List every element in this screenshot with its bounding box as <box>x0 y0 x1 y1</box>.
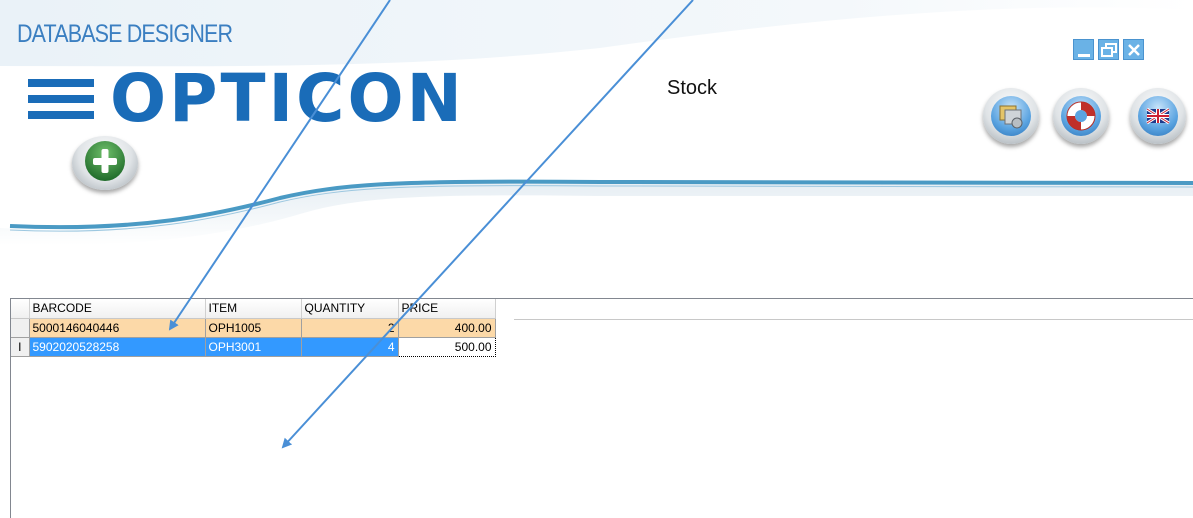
help-button[interactable] <box>1053 88 1109 144</box>
add-plus-icon <box>85 141 125 181</box>
stock-table: BARCODE ITEM QUANTITY PRICE 500014604044… <box>11 299 496 357</box>
minimize-icon <box>1078 54 1090 57</box>
database-settings-icon <box>999 105 1023 129</box>
screen-title: Stock <box>667 77 718 99</box>
minimize-button[interactable] <box>1073 39 1094 60</box>
restore-icon <box>1101 43 1117 57</box>
language-button[interactable] <box>1130 88 1186 144</box>
table-row[interactable]: 5000146040446 OPH1005 2 400.00 <box>11 318 496 338</box>
close-icon <box>1128 44 1140 56</box>
add-record-button[interactable] <box>72 136 138 190</box>
opticon-logo: OPTICON <box>28 64 465 134</box>
row-indicator[interactable]: I <box>11 337 30 357</box>
barcode-cell[interactable]: 5000146040446 <box>29 318 206 338</box>
barcode-cell[interactable]: 5902020528258 <box>29 337 206 357</box>
column-header-item[interactable]: ITEM <box>205 299 302 319</box>
logo-text: OPTICON <box>110 60 465 137</box>
item-cell[interactable]: OPH1005 <box>205 318 302 338</box>
quantity-cell[interactable]: 2 <box>301 318 399 338</box>
row-indicator[interactable] <box>11 318 30 338</box>
item-cell[interactable]: OPH3001 <box>205 337 302 357</box>
stock-grid[interactable]: BARCODE ITEM QUANTITY PRICE 500014604044… <box>10 298 1193 518</box>
app-header: DATABASE DESIGNER OPTICON Stock <box>0 0 1193 300</box>
column-header-price[interactable]: PRICE <box>398 299 496 319</box>
table-header-row: BARCODE ITEM QUANTITY PRICE <box>11 299 496 319</box>
database-settings-button[interactable] <box>983 88 1039 144</box>
table-row[interactable]: I 5902020528258 OPH3001 4 500.00 <box>11 336 496 357</box>
column-header-quantity[interactable]: QUANTITY <box>301 299 399 319</box>
price-cell-editing[interactable]: 500.00 <box>397 336 496 357</box>
help-lifebuoy-icon <box>1066 101 1096 131</box>
grid-corner <box>11 299 30 319</box>
restore-button[interactable] <box>1098 39 1119 60</box>
language-flag-uk-icon <box>1146 107 1170 125</box>
app-title: DATABASE DESIGNER <box>17 20 233 48</box>
close-button[interactable] <box>1123 39 1144 60</box>
quantity-cell[interactable]: 4 <box>301 337 399 357</box>
logo-mark-icon <box>28 75 94 123</box>
price-cell[interactable]: 400.00 <box>398 318 496 338</box>
column-header-barcode[interactable]: BARCODE <box>29 299 206 319</box>
